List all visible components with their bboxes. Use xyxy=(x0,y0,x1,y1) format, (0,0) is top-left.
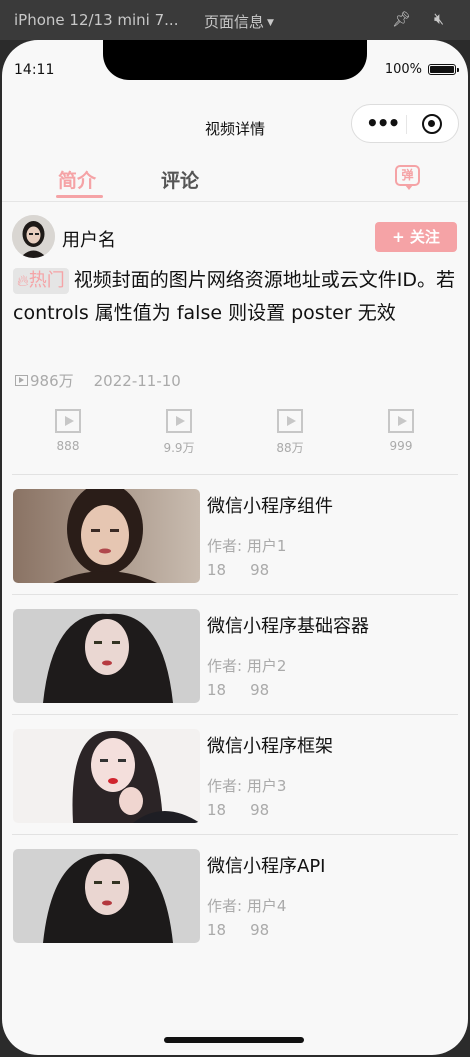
hot-badge: 🔥︎热门 xyxy=(13,268,69,294)
list-item-stats: 18 98 xyxy=(207,801,269,819)
stat-value: 888 xyxy=(56,439,80,453)
stat-item[interactable]: 999 xyxy=(371,409,431,453)
stat-b: 98 xyxy=(250,801,270,819)
list-item[interactable]: 微信小程序基础容器 作者: 用户2 18 98 xyxy=(13,609,459,703)
capsule-divider xyxy=(406,115,407,134)
flame-icon: 🔥︎ xyxy=(17,271,29,290)
list-item-stats: 18 98 xyxy=(207,921,269,939)
video-description: 视频封面的图片网络资源地址或云文件ID。若 controls 属性值为 fals… xyxy=(13,269,455,324)
play-icon xyxy=(166,409,192,433)
video-thumbnail[interactable] xyxy=(13,849,200,943)
hot-badge-label: 热门 xyxy=(28,270,65,291)
pin-icon[interactable]: 📌︎ xyxy=(392,10,411,28)
video-description-block: 🔥︎热门 视频封面的图片网络资源地址或云文件ID。若 controls 属性值为 … xyxy=(13,264,459,330)
list-item[interactable]: 微信小程序框架 作者: 用户3 18 98 xyxy=(13,729,459,823)
video-thumbnail[interactable] xyxy=(13,729,200,823)
view-count: 986万 xyxy=(30,372,74,390)
danmu-icon[interactable]: 弹 xyxy=(395,165,420,190)
list-item-title: 微信小程序API xyxy=(207,856,326,877)
list-item[interactable]: 微信小程序组件 作者: 用户1 18 98 xyxy=(13,489,459,583)
follow-button[interactable]: + 关注 xyxy=(375,222,457,252)
play-icon xyxy=(388,409,414,433)
page-info-dropdown[interactable]: 页面信息 ▼ xyxy=(204,11,274,32)
stat-item[interactable]: 888 xyxy=(38,409,98,453)
list-divider xyxy=(12,834,458,835)
stat-b: 98 xyxy=(250,681,270,699)
play-count-icon xyxy=(15,375,28,386)
status-time: 14:11 xyxy=(14,62,55,78)
more-icon[interactable]: ••• xyxy=(366,111,400,135)
tabs-divider xyxy=(2,201,468,202)
chevron-down-icon: ▼ xyxy=(267,18,274,28)
list-item-title: 微信小程序框架 xyxy=(207,736,333,757)
video-thumbnail[interactable] xyxy=(13,609,200,703)
list-divider xyxy=(12,714,458,715)
list-divider xyxy=(12,594,458,595)
battery-percent: 100% xyxy=(384,62,422,77)
notch xyxy=(103,40,367,80)
list-item-stats: 18 98 xyxy=(207,561,269,579)
stat-item[interactable]: 88万 xyxy=(260,409,320,456)
stat-b: 98 xyxy=(250,921,270,939)
list-item-title: 微信小程序基础容器 xyxy=(207,616,369,637)
tab-active-indicator xyxy=(56,195,103,198)
stat-a: 18 xyxy=(207,561,227,579)
device-label: iPhone 12/13 mini 7... xyxy=(14,11,179,29)
tab-comments[interactable]: 评论 xyxy=(161,166,199,193)
status-right: 100% xyxy=(384,62,459,77)
stat-b: 98 xyxy=(250,561,270,579)
list-item-stats: 18 98 xyxy=(207,681,269,699)
close-target-icon[interactable] xyxy=(422,114,442,134)
list-item-author: 作者: 用户1 xyxy=(207,537,287,555)
video-thumbnail[interactable] xyxy=(13,489,200,583)
mute-icon[interactable]: 🔇︎ xyxy=(434,9,444,29)
list-divider xyxy=(12,474,458,475)
username[interactable]: 用户名 xyxy=(62,226,116,252)
stat-value: 9.9万 xyxy=(163,441,195,455)
publish-date: 2022-11-10 xyxy=(93,371,181,390)
avatar[interactable] xyxy=(12,215,55,258)
stat-value: 88万 xyxy=(276,441,304,455)
stat-item[interactable]: 9.9万 xyxy=(149,409,209,456)
list-item-author: 作者: 用户2 xyxy=(207,657,287,675)
page-info-label: 页面信息 xyxy=(204,13,265,31)
stat-a: 18 xyxy=(207,921,227,939)
video-meta: 986万 2022-11-10 xyxy=(15,370,181,391)
battery-icon xyxy=(428,64,459,75)
list-item-author: 作者: 用户4 xyxy=(207,897,287,915)
stat-a: 18 xyxy=(207,801,227,819)
list-item[interactable]: 微信小程序API 作者: 用户4 18 98 xyxy=(13,849,459,943)
tab-intro[interactable]: 简介 xyxy=(58,166,96,193)
phone-screen: 14:11 100% 视频详情 ••• 简介 评论 弹 用户名 + 关注 🔥︎热… xyxy=(2,40,468,1055)
home-indicator xyxy=(164,1037,304,1043)
play-icon xyxy=(55,409,81,433)
device-selector[interactable]: iPhone 12/13 mini 7... xyxy=(14,11,178,29)
list-item-title: 微信小程序组件 xyxy=(207,496,333,517)
stat-value: 999 xyxy=(389,439,413,453)
stat-a: 18 xyxy=(207,681,227,699)
list-item-author: 作者: 用户3 xyxy=(207,777,287,795)
mini-program-capsule: ••• xyxy=(351,104,459,143)
devtools-bar: iPhone 12/13 mini 7... 页面信息 ▼ 📌︎ 🔇︎ xyxy=(0,0,470,40)
play-icon xyxy=(277,409,303,433)
